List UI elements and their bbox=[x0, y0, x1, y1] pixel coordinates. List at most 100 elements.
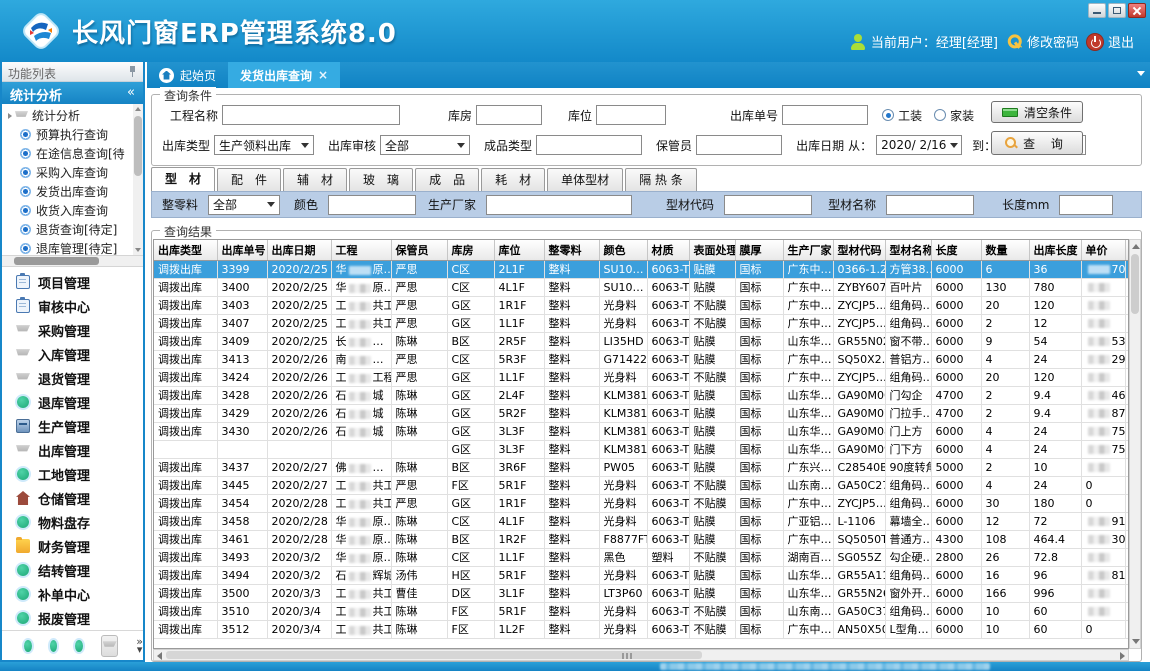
project-name-input[interactable] bbox=[222, 105, 400, 125]
sidebar-item-出库管理[interactable]: 出库管理 bbox=[2, 438, 143, 462]
scroll-right-icon[interactable] bbox=[1120, 652, 1125, 660]
table-row[interactable]: 调拨出库34282020/2/26石城陈琳G区2L4F整料KLM38176063… bbox=[154, 386, 1129, 404]
table-row[interactable]: 调拨出库34612020/2/28华原…陈琳B区1R2F整料F8877FT606… bbox=[154, 530, 1129, 548]
table-row[interactable]: 调拨出库34372020/2/27佛…陈琳B区3R6F整料PW056063-T5… bbox=[154, 458, 1129, 476]
column-header[interactable]: 整零料 bbox=[544, 240, 599, 260]
profile-name-input[interactable] bbox=[886, 195, 974, 215]
material-tab[interactable]: 配 件 bbox=[217, 168, 281, 191]
sidebar-item-入库管理[interactable]: 入库管理 bbox=[2, 342, 143, 366]
column-header[interactable]: 出库日期 bbox=[267, 240, 331, 260]
close-button[interactable] bbox=[1128, 3, 1146, 18]
column-header[interactable]: 表面处理 bbox=[689, 240, 735, 260]
table-row[interactable]: 调拨出库34582020/2/28华原…陈琳C区4L1F整料光身料6063-T5… bbox=[154, 512, 1129, 530]
toolbar-cart-button[interactable] bbox=[101, 635, 118, 657]
material-tab[interactable]: 成 品 bbox=[415, 168, 479, 191]
material-tab[interactable]: 型 材 bbox=[151, 167, 215, 192]
table-row[interactable]: 调拨出库34002020/2/25华原…严思C区4L1F整料SU10…6063-… bbox=[154, 278, 1129, 296]
column-header[interactable]: 出库单号 bbox=[217, 240, 267, 260]
column-header[interactable]: 型材名称 bbox=[885, 240, 931, 260]
tree-item[interactable]: 退库管理[待定] bbox=[8, 239, 143, 256]
table-row[interactable]: 调拨出库34242020/2/26工工程严思G区1L1F整料光身料6063-T5… bbox=[154, 368, 1129, 386]
material-tab[interactable]: 玻 璃 bbox=[349, 168, 413, 191]
table-row[interactable]: 调拨出库35102020/3/4工共工程陈琳F区5R1F整料光身料6063-T5… bbox=[154, 602, 1129, 620]
radio-jiazhuang[interactable]: 家装 bbox=[934, 107, 974, 124]
grid-horizontal-scrollbar[interactable] bbox=[153, 649, 1129, 661]
column-header[interactable]: 工程 bbox=[331, 240, 391, 260]
sidebar-item-结转管理[interactable]: 结转管理 bbox=[2, 558, 143, 582]
tab-shipment-out-query[interactable]: 发货出库查询× bbox=[228, 62, 340, 88]
column-header[interactable]: 保管员 bbox=[391, 240, 447, 260]
toolbar-dot-button[interactable] bbox=[50, 640, 58, 652]
whole-part-select[interactable]: 全部 bbox=[208, 195, 280, 215]
scrollbar-thumb[interactable] bbox=[1131, 254, 1139, 314]
column-header[interactable]: 单价 bbox=[1081, 240, 1125, 260]
sidebar-item-采购管理[interactable]: 采购管理 bbox=[2, 318, 143, 342]
table-row[interactable]: 调拨出库35002020/3/3工共工程曹佳D区3L1F整料LT3P606063… bbox=[154, 584, 1129, 602]
table-row[interactable]: 调拨出库34132020/2/26南…严思C区5R3F整料G714226063-… bbox=[154, 350, 1129, 368]
column-header[interactable]: 库房 bbox=[447, 240, 494, 260]
tab-list-chevron-down-icon[interactable] bbox=[1137, 71, 1145, 76]
material-tab[interactable]: 辅 材 bbox=[283, 168, 347, 191]
keeper-input[interactable] bbox=[696, 135, 782, 155]
table-row[interactable]: 调拨出库34302020/2/26石城陈琳G区3L3F整料KLM38176063… bbox=[154, 422, 1129, 440]
column-header[interactable]: 长度 bbox=[931, 240, 981, 260]
table-row[interactable]: 调拨出库34932020/3/2华原…陈琳C区1L1F整料黑色塑料不贴膜国标湖南… bbox=[154, 548, 1129, 566]
table-row[interactable]: 调拨出库34452020/2/27工共工程严思F区5R1F整料光身料6063-T… bbox=[154, 476, 1129, 494]
sidebar-item-生产管理[interactable]: 生产管理 bbox=[2, 414, 143, 438]
tree-horizontal-scrollbar[interactable] bbox=[2, 256, 143, 267]
column-header[interactable]: 数量 bbox=[981, 240, 1029, 260]
date-from-select[interactable]: 2020/ 2/16 bbox=[876, 135, 962, 155]
column-header[interactable]: 型材代码 bbox=[833, 240, 885, 260]
sidebar-item-审核中心[interactable]: 审核中心 bbox=[2, 294, 143, 318]
location-input[interactable] bbox=[596, 105, 666, 125]
warehouse-input[interactable] bbox=[476, 105, 542, 125]
order-no-input[interactable] bbox=[782, 105, 868, 125]
length-input[interactable] bbox=[1059, 195, 1113, 215]
column-header[interactable]: 膜厚 bbox=[735, 240, 783, 260]
scroll-down-icon[interactable] bbox=[1132, 639, 1140, 644]
sidebar-item-工地管理[interactable]: 工地管理 bbox=[2, 462, 143, 486]
color-input[interactable] bbox=[328, 195, 416, 215]
table-row[interactable]: 调拨出库34542020/2/28工共工程严思G区1R1F整料光身料6063-T… bbox=[154, 494, 1129, 512]
tab-home[interactable]: 起始页 bbox=[147, 62, 228, 88]
column-header[interactable]: 出库长度 bbox=[1029, 240, 1081, 260]
pin-icon[interactable] bbox=[128, 66, 137, 77]
table-row[interactable]: 调拨出库34072020/2/25工共工程严思G区1L1F整料光身料6063-T… bbox=[154, 314, 1129, 332]
audit-select[interactable]: 全部 bbox=[380, 135, 470, 155]
scroll-up-icon[interactable] bbox=[1132, 244, 1140, 249]
profile-code-input[interactable] bbox=[724, 195, 812, 215]
tree-item[interactable]: 退货查询[待定] bbox=[8, 220, 143, 239]
table-row[interactable]: 调拨出库34942020/3/2石辉城汤伟H区5R1F整料光身料6063-T5贴… bbox=[154, 566, 1129, 584]
out-type-select[interactable]: 生产领料出库 bbox=[214, 135, 314, 155]
material-tab[interactable]: 耗 材 bbox=[481, 168, 545, 191]
table-row[interactable]: 调拨出库34092020/2/25长…陈琳B区2R5F整料LI35HD6063-… bbox=[154, 332, 1129, 350]
sidebar-item-报废管理[interactable]: 报废管理 bbox=[2, 606, 143, 630]
tree-item[interactable]: 发货出库查询 bbox=[8, 182, 143, 201]
column-header[interactable]: 库位 bbox=[494, 240, 544, 260]
tab-close-icon[interactable]: × bbox=[318, 68, 328, 82]
scroll-up-icon[interactable] bbox=[135, 107, 141, 111]
logout-button[interactable]: 退出 bbox=[1087, 32, 1134, 51]
tree-item[interactable]: 采购入库查询 bbox=[8, 163, 143, 182]
minimize-button[interactable] bbox=[1088, 3, 1106, 18]
tree-item[interactable]: 在途信息查询[待 bbox=[8, 144, 143, 163]
table-row[interactable]: G区3L3F整料KLM38176063-T5贴膜国标山东华…GA90M09.门下… bbox=[154, 440, 1129, 458]
column-header[interactable]: 生产厂家 bbox=[783, 240, 833, 260]
toolbar-more-button[interactable]: » ▾ bbox=[136, 638, 143, 654]
material-tab[interactable]: 隔 热 条 bbox=[625, 168, 697, 191]
column-header[interactable]: 出库类型 bbox=[154, 240, 217, 260]
tree-item[interactable]: 收货入库查询 bbox=[8, 201, 143, 220]
table-row[interactable]: 调拨出库34032020/2/25工共工程严思G区1R1F整料光身料6063-T… bbox=[154, 296, 1129, 314]
sidebar-item-财务管理[interactable]: 财务管理 bbox=[2, 534, 143, 558]
sidebar-item-退库管理[interactable]: 退库管理 bbox=[2, 390, 143, 414]
sidebar-item-项目管理[interactable]: 项目管理 bbox=[2, 270, 143, 294]
tree-root-statistics[interactable]: 统计分析 bbox=[8, 106, 143, 125]
clear-conditions-button[interactable]: 清空条件 bbox=[991, 101, 1083, 123]
tree-item[interactable]: 预算执行查询 bbox=[8, 125, 143, 144]
maximize-button[interactable] bbox=[1108, 3, 1126, 18]
sidebar-item-补单中心[interactable]: 补单中心 bbox=[2, 582, 143, 606]
grid-vertical-scrollbar[interactable] bbox=[1129, 239, 1141, 649]
sidebar-item-仓储管理[interactable]: 仓储管理 bbox=[2, 486, 143, 510]
material-tab[interactable]: 单体型材 bbox=[547, 168, 623, 191]
product-type-input[interactable] bbox=[536, 135, 642, 155]
